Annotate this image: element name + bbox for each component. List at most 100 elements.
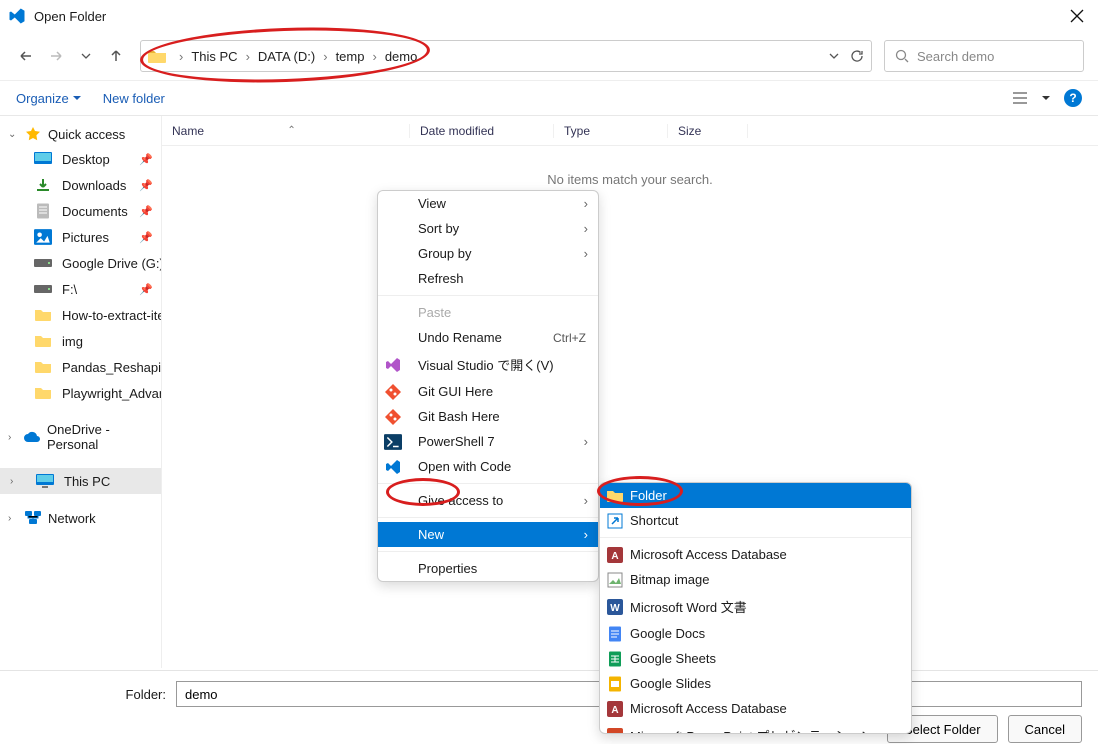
cm-gitgui[interactable]: Git GUI Here [378,379,598,404]
caret-down-icon[interactable] [1042,94,1050,102]
cm-powershell[interactable]: PowerShell 7 [378,429,598,454]
folder-icon [34,359,52,375]
chevron-right-icon[interactable]: › [317,49,333,64]
footer: Folder: Select Folder Cancel [0,670,1098,744]
pin-icon: 📌 [139,205,153,218]
gsheets-icon [606,651,624,667]
organize-button[interactable]: Organize [16,91,81,106]
help-icon[interactable]: ? [1064,89,1082,107]
search-icon [895,49,909,63]
cm-properties[interactable]: Properties [378,556,598,581]
svg-text:A: A [611,551,618,562]
cm-new-gdocs[interactable]: Google Docs [600,621,911,646]
breadcrumb-demo[interactable]: demo [383,49,420,64]
sidebar-onedrive[interactable]: ›OneDrive - Personal [0,418,161,456]
cm-new-bitmap[interactable]: Bitmap image [600,567,911,592]
visualstudio-icon [384,357,402,373]
sidebar-item-gdrive[interactable]: Google Drive (G:) [0,250,161,276]
sidebar-thispc[interactable]: ›This PC [0,468,161,494]
close-icon[interactable] [1070,9,1084,23]
view-options-icon[interactable] [1012,91,1028,105]
chevron-right-icon[interactable]: › [240,49,256,64]
sidebar-item-howto[interactable]: How-to-extract-ite… [0,302,161,328]
gslides-icon [606,676,624,692]
cm-visualstudio[interactable]: Visual Studio で開く(V) [378,350,598,379]
download-icon [34,177,52,193]
column-size[interactable]: Size [668,124,748,138]
powerpoint-icon: P [606,728,624,735]
access-icon: A [606,547,624,563]
star-icon [24,126,42,142]
cm-giveaccess[interactable]: Give access to [378,488,598,513]
sidebar-item-fdrive[interactable]: F:\📌 [0,276,161,302]
new-folder-button[interactable]: New folder [103,91,165,106]
empty-message: No items match your search. [162,172,1098,187]
back-button[interactable] [14,44,38,68]
shortcut-icon [606,513,624,529]
refresh-icon[interactable] [849,48,865,64]
sort-caret-icon: ⌃ [287,125,295,136]
chevron-right-icon[interactable]: › [173,49,189,64]
cm-group[interactable]: Group by [378,241,598,266]
folder-icon [147,47,167,65]
column-type[interactable]: Type [554,124,668,138]
up-button[interactable] [104,44,128,68]
search-input[interactable]: Search demo [884,40,1084,72]
chevron-down-icon[interactable] [829,51,839,61]
cm-new-shortcut[interactable]: Shortcut [600,508,911,533]
breadcrumb-temp[interactable]: temp [334,49,367,64]
sidebar-quick-access[interactable]: ⌄Quick access [0,122,161,146]
access-icon: A [606,701,624,717]
cm-gitbash[interactable]: Git Bash Here [378,404,598,429]
cm-new-gsheets[interactable]: Google Sheets [600,646,911,671]
sidebar-network[interactable]: ›Network [0,506,161,530]
sidebar-item-pandas[interactable]: Pandas_Reshaping… [0,354,161,380]
navbar: › This PC › DATA (D:) › temp › demo Sear… [0,32,1098,80]
sidebar-item-img[interactable]: img [0,328,161,354]
cm-sort[interactable]: Sort by [378,216,598,241]
pin-icon: 📌 [139,179,153,192]
cancel-button[interactable]: Cancel [1008,715,1082,743]
sidebar-item-pictures[interactable]: Pictures📌 [0,224,161,250]
menu-separator [378,483,598,484]
column-date[interactable]: Date modified [410,124,554,138]
sidebar-item-documents[interactable]: Documents📌 [0,198,161,224]
forward-button[interactable] [44,44,68,68]
menu-separator [378,551,598,552]
cm-paste: Paste [378,300,598,325]
chevron-right-icon[interactable]: › [366,49,382,64]
vscode-icon [8,7,26,25]
folder-icon [606,488,624,504]
thispc-icon [36,473,54,489]
pin-icon: 📌 [139,153,153,166]
cm-new-access[interactable]: AMicrosoft Access Database [600,542,911,567]
git-icon [384,409,402,425]
cm-new-access2[interactable]: AMicrosoft Access Database [600,696,911,721]
sidebar-item-downloads[interactable]: Downloads📌 [0,172,161,198]
sidebar-item-desktop[interactable]: Desktop📌 [0,146,161,172]
sidebar-item-playwright[interactable]: Playwright_Advan… [0,380,161,406]
cm-new-folder[interactable]: Folder [600,483,911,508]
cm-new-ppt[interactable]: PMicrosoft PowerPoint プレゼンテーション [600,721,911,734]
cm-new-gslides[interactable]: Google Slides [600,671,911,696]
menu-separator [378,295,598,296]
gdocs-icon [606,626,624,642]
breadcrumb-data-d[interactable]: DATA (D:) [256,49,317,64]
context-menu-new: Folder Shortcut AMicrosoft Access Databa… [599,482,912,734]
breadcrumb-thispc[interactable]: This PC [189,49,239,64]
titlebar: Open Folder [0,0,1098,32]
cm-new-word[interactable]: WMicrosoft Word 文書 [600,592,911,621]
vscode-icon [384,459,402,475]
address-bar[interactable]: › This PC › DATA (D:) › temp › demo [140,40,872,72]
cm-new[interactable]: New [378,522,598,547]
desktop-icon [34,151,52,167]
cm-view[interactable]: View [378,191,598,216]
cm-openwithcode[interactable]: Open with Code [378,454,598,479]
column-name[interactable]: Name⌃ [162,124,410,138]
cm-undo[interactable]: Undo RenameCtrl+Z [378,325,598,350]
folder-icon [34,307,52,323]
recent-dropdown[interactable] [74,44,98,68]
cm-refresh[interactable]: Refresh [378,266,598,291]
powershell-icon [384,434,402,450]
column-headers: Name⌃ Date modified Type Size [162,116,1098,146]
